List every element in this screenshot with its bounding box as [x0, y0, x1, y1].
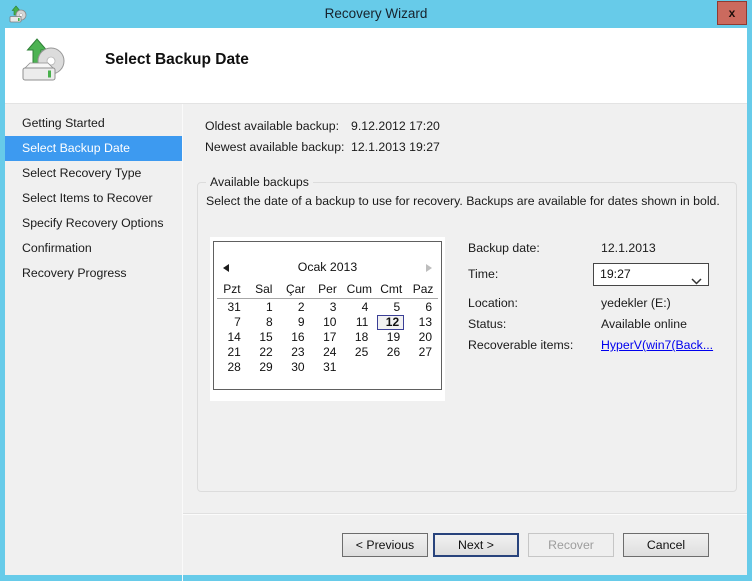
step-select-recovery-type: Select Recovery Type	[22, 166, 142, 180]
day-header-sal: Sal	[255, 282, 273, 296]
calendar-day[interactable]: 18	[343, 330, 375, 345]
oldest-backup-row: Oldest available backup: 9.12.2012 17:20	[205, 119, 625, 135]
calendar-day[interactable]: 25	[343, 345, 375, 360]
calendar-day[interactable]: 27	[407, 345, 439, 360]
calendar-day[interactable]: 17	[312, 330, 344, 345]
step-specify-recovery-options: Specify Recovery Options	[22, 216, 164, 230]
step-recovery-progress: Recovery Progress	[22, 266, 127, 280]
backup-drive-icon	[20, 37, 66, 83]
status-row: Status: Available online	[468, 317, 733, 333]
newest-backup-row: Newest available backup: 12.1.2013 19:27	[205, 140, 625, 156]
calendar-day[interactable]: 26	[375, 345, 407, 360]
cancel-button[interactable]: Cancel	[623, 533, 709, 557]
status-value: Available online	[601, 317, 687, 331]
next-button[interactable]: Next >	[433, 533, 519, 557]
calendar-day[interactable]: 6	[407, 300, 439, 315]
oldest-backup-label: Oldest available backup:	[205, 119, 339, 133]
backup-date-row: Backup date: 12.1.2013	[468, 241, 733, 257]
chevron-down-icon	[691, 272, 702, 290]
previous-button[interactable]: < Previous	[342, 533, 428, 557]
calendar-day[interactable]: 15	[248, 330, 280, 345]
calendar-day[interactable]: 11	[343, 315, 375, 330]
calendar-day[interactable]: 16	[280, 330, 312, 345]
calendar-day[interactable]: 21	[216, 345, 248, 360]
calendar-day[interactable]: 24	[312, 345, 344, 360]
day-header-car: Çar	[285, 282, 306, 296]
calendar-day[interactable]: 8	[248, 315, 280, 330]
newest-backup-value: 12.1.2013 19:27	[351, 140, 440, 154]
step-select-backup-date: Select Backup Date	[5, 136, 182, 161]
wizard-steps-sidebar: Getting Started Select Backup Date Selec…	[5, 104, 183, 581]
backup-date-value: 12.1.2013	[601, 241, 656, 255]
newest-backup-label: Newest available backup:	[205, 140, 345, 154]
calendar-day[interactable]: 19	[375, 330, 407, 345]
calendar-day[interactable]: 29	[248, 360, 280, 375]
recover-button[interactable]: Recover	[528, 533, 614, 557]
calendar-day[interactable]: 14	[216, 330, 248, 345]
calendar-grid: 31 1 2 3 4 5 6 7 8 9 10 11 12 13 14 15 1…	[216, 300, 439, 375]
close-button[interactable]: x	[717, 1, 747, 25]
calendar-day[interactable]: 13	[407, 315, 439, 330]
calendar-box: Ocak 2013 Pzt Sal Çar Per Cum Cmt Paz 31	[213, 241, 442, 390]
window-content: Select Backup Date Getting Started Selec…	[5, 28, 747, 581]
calendar-day[interactable]: 31	[312, 360, 344, 375]
calendar-day[interactable]: 2	[280, 300, 312, 315]
calendar-day[interactable]: 23	[280, 345, 312, 360]
location-value: yedekler (E:)	[601, 296, 671, 310]
wizard-header: Select Backup Date	[5, 28, 747, 104]
available-backups-group: Available backups Select the date of a b…	[197, 175, 737, 492]
calendar-day[interactable]: 28	[216, 360, 248, 375]
day-header-per: Per	[318, 282, 337, 296]
step-confirmation: Confirmation	[22, 241, 92, 255]
footer-divider	[183, 513, 747, 515]
calendar-day[interactable]: 7	[216, 315, 248, 330]
page-title: Select Backup Date	[105, 51, 249, 68]
calendar-day[interactable]: 4	[343, 300, 375, 315]
day-header-paz: Paz	[412, 282, 434, 296]
location-row: Location: yedekler (E:)	[468, 296, 733, 312]
calendar-day-empty	[343, 360, 375, 375]
recoverable-items-link[interactable]: HyperV(win7(Back...	[601, 338, 713, 352]
calendar-day[interactable]: 3	[312, 300, 344, 315]
time-select-value: 19:27	[600, 267, 631, 281]
calendar-month-label: Ocak 2013	[297, 260, 358, 274]
recoverable-items-label: Recoverable items:	[468, 338, 574, 352]
day-header-cmt: Cmt	[380, 282, 403, 296]
step-select-items-to-recover: Select Items to Recover	[22, 191, 153, 205]
calendar-day[interactable]: 10	[312, 315, 344, 330]
recovery-wizard-window: Recovery Wizard x Select Backup Date Get…	[0, 0, 752, 581]
calendar-divider	[217, 298, 438, 299]
status-label: Status:	[468, 317, 507, 331]
calendar-day[interactable]: 9	[280, 315, 312, 330]
calendar-day[interactable]: 1	[248, 300, 280, 315]
time-label: Time:	[468, 267, 499, 281]
backup-date-label: Backup date:	[468, 241, 540, 255]
time-select[interactable]: 19:27	[593, 263, 709, 286]
calendar-day[interactable]: 31	[216, 300, 248, 315]
oldest-backup-value: 9.12.2012 17:20	[351, 119, 440, 133]
calendar-day[interactable]: 30	[280, 360, 312, 375]
group-instruction: Select the date of a backup to use for r…	[206, 194, 720, 208]
calendar-day[interactable]: 5	[375, 300, 407, 315]
location-label: Location:	[468, 296, 518, 310]
window-title: Recovery Wizard	[324, 6, 428, 21]
calendar-day[interactable]: 22	[248, 345, 280, 360]
calendar-day-selected[interactable]: 12	[377, 315, 405, 330]
day-header-pzt: Pzt	[223, 282, 241, 296]
calendar-day-empty	[375, 360, 407, 375]
calendar: Ocak 2013 Pzt Sal Çar Per Cum Cmt Paz 31	[210, 237, 445, 401]
titlebar: Recovery Wizard x	[0, 0, 752, 28]
recoverable-items-row: Recoverable items: HyperV(win7(Back...	[468, 338, 733, 354]
day-header-cum: Cum	[346, 282, 373, 296]
calendar-day[interactable]: 20	[407, 330, 439, 345]
calendar-day-headers: Pzt Sal Çar Per Cum Cmt Paz	[216, 282, 439, 296]
step-getting-started: Getting Started	[22, 116, 105, 130]
group-title: Available backups	[206, 175, 313, 189]
calendar-day-empty	[407, 360, 439, 375]
calendar-next-month-icon[interactable]	[426, 264, 432, 272]
